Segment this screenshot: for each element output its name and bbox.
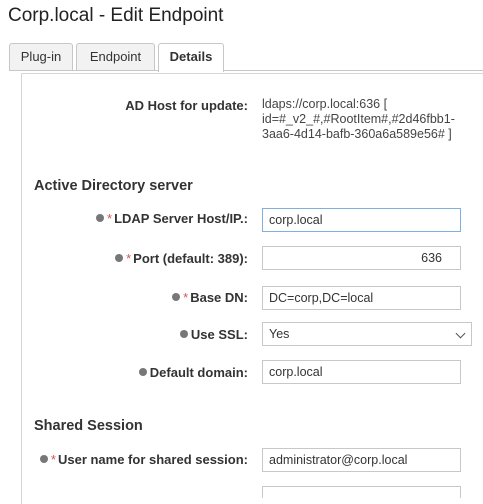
base-dn-label-text: Base DN: xyxy=(190,290,248,305)
default-domain-label: Default domain: xyxy=(40,365,248,380)
use-ssl-label-text: Use SSL: xyxy=(190,327,248,342)
shared-username-input[interactable] xyxy=(262,448,461,472)
help-icon[interactable] xyxy=(96,214,105,222)
port-label: * Port (default: 389): xyxy=(40,251,248,266)
section-shared-session: Shared Session xyxy=(34,418,143,434)
help-icon[interactable] xyxy=(179,330,188,338)
next-field-partial[interactable] xyxy=(262,486,461,498)
help-icon[interactable] xyxy=(115,254,124,262)
page-title: Corp.local - Edit Endpoint xyxy=(8,5,224,26)
chevron-down-icon xyxy=(455,328,466,339)
use-ssl-label: Use SSL: xyxy=(40,327,248,342)
port-label-text: Port (default: 389): xyxy=(133,251,248,266)
required-marker: * xyxy=(50,452,56,467)
shared-username-label-text: User name for shared session: xyxy=(57,452,248,467)
base-dn-label: * Base DN: xyxy=(40,290,248,305)
tab-plug-in[interactable]: Plug-in xyxy=(9,43,73,70)
ad-host-value: ldaps://corp.local:636 [ id=#_v2_#,#Root… xyxy=(262,97,455,141)
help-icon[interactable] xyxy=(138,368,147,376)
port-input[interactable] xyxy=(262,246,461,270)
ldap-host-label: * LDAP Server Host/IP.: xyxy=(40,211,248,226)
tab-details[interactable]: Details xyxy=(158,43,224,72)
tab-endpoint[interactable]: Endpoint xyxy=(76,43,155,70)
help-icon[interactable] xyxy=(39,455,48,463)
required-marker: * xyxy=(183,290,189,305)
ldap-host-label-text: LDAP Server Host/IP.: xyxy=(114,211,248,226)
section-active-directory-server: Active Directory server xyxy=(34,178,193,194)
use-ssl-select[interactable]: Yes xyxy=(262,322,472,346)
required-marker: * xyxy=(126,251,132,266)
shared-username-label: * User name for shared session: xyxy=(18,452,248,467)
ldap-host-input[interactable] xyxy=(262,208,461,232)
default-domain-label-text: Default domain: xyxy=(149,365,248,380)
default-domain-input[interactable] xyxy=(262,360,461,384)
tab-bar: Plug-in Endpoint Details xyxy=(9,43,483,72)
required-marker: * xyxy=(107,211,113,226)
ad-host-label: AD Host for update: xyxy=(125,98,248,113)
use-ssl-selected-value: Yes xyxy=(269,327,290,341)
base-dn-input[interactable] xyxy=(262,286,461,310)
help-icon[interactable] xyxy=(172,293,181,301)
